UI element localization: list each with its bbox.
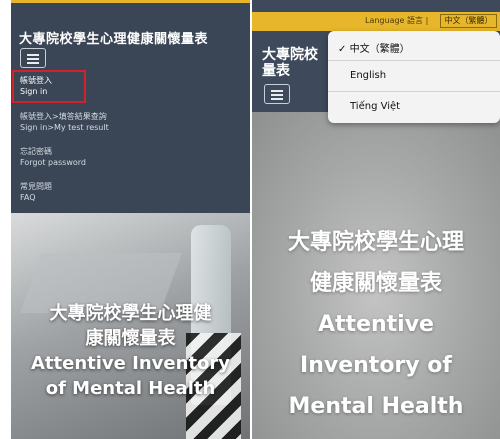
hamburger-icon: [27, 54, 39, 56]
language-option-english[interactable]: English: [350, 70, 386, 81]
accent-bar: [11, 0, 250, 3]
menu-toggle-button[interactable]: [264, 84, 290, 104]
menu-item-my-test-result[interactable]: 帳號登入>填答結果查詢 Sign in>My test result: [20, 111, 109, 133]
hero-banner: 大專院校學生心理 健康關懷量表 Attentive Inventory of M…: [252, 112, 500, 439]
language-bar: Language 語言 | 中文（繁體）: [252, 12, 500, 31]
menu-item-forgot-password[interactable]: 忘記密碼 Forgot password: [20, 146, 86, 168]
language-label: Language 語言 |: [365, 16, 429, 25]
language-dropdown: ✓ 中文（繁體） English Tiếng Việt: [328, 31, 500, 123]
site-title: 大專院校 量表: [262, 47, 318, 79]
site-title: 大專院校學生心理健康關懷量表: [19, 32, 209, 47]
hero-title: 大專院校學生心理 健康關懷量表 Attentive Inventory of M…: [287, 230, 464, 419]
divider: [328, 91, 500, 92]
language-option-vietnamese[interactable]: Tiếng Việt: [350, 101, 400, 112]
checkmark-icon: ✓: [338, 44, 347, 55]
left-screenshot: 大專院校學生心理健康關懷量表 帳號登入 Sign in 帳號登入>填答結果查詢 …: [11, 0, 250, 439]
hero-title: 大專院校學生心理健 康關懷量表 Attentive Inventory of M…: [31, 303, 230, 399]
hamburger-icon: [271, 90, 283, 92]
language-option-zh-tw[interactable]: ✓ 中文（繁體）: [338, 40, 410, 55]
hero-banner: 大專院校學生心理健 康關懷量表 Attentive Inventory of M…: [11, 213, 250, 439]
divider: [328, 60, 500, 61]
language-selector[interactable]: 中文（繁體）: [440, 14, 497, 28]
right-screenshot: Language 語言 | 中文（繁體） 大專院校 量表 大專院校學生心理 健康…: [252, 0, 500, 439]
menu-item-faq[interactable]: 常見問題 FAQ: [20, 181, 52, 203]
menu-toggle-button[interactable]: [20, 48, 46, 68]
sign-in-highlight: [12, 70, 86, 103]
